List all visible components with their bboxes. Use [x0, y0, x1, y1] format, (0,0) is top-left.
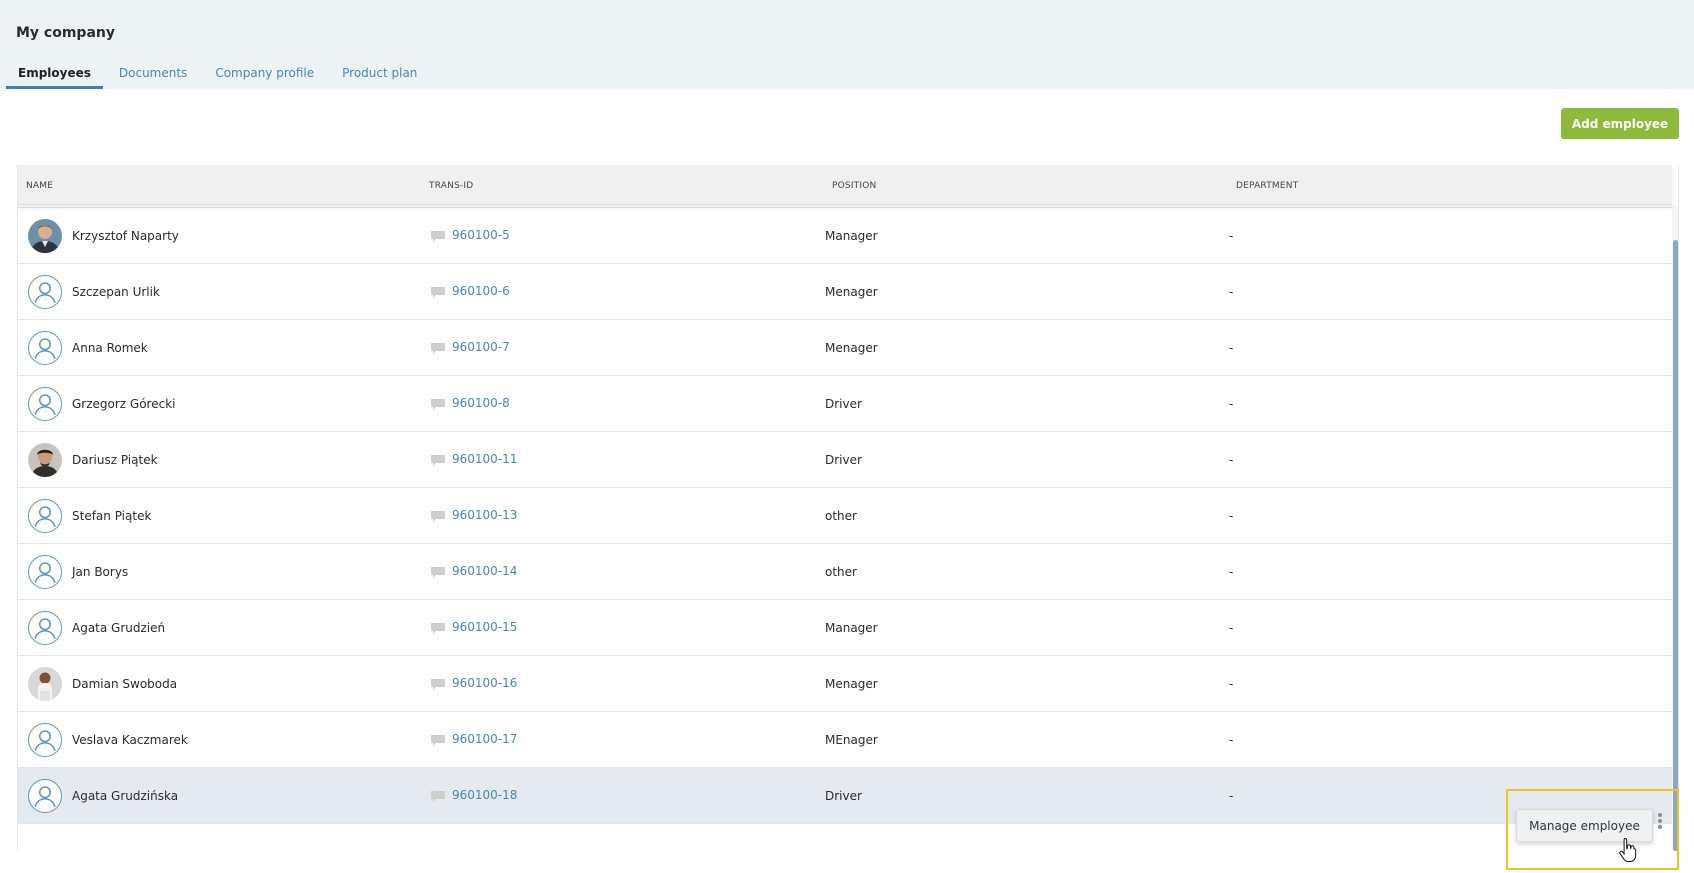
employee-position: Driver	[825, 453, 862, 467]
employee-department: -	[1229, 453, 1234, 467]
table-row[interactable]: Krzysztof Naparty 960100-5 Manager -	[18, 208, 1672, 264]
table-header: NAME TRANS-ID POSITION DEPARTMENT	[18, 165, 1672, 205]
employee-name: Dariusz Piątek	[72, 453, 158, 467]
trans-id-link[interactable]: 960100-8	[452, 396, 510, 410]
trans-id-link[interactable]: 960100-7	[452, 340, 510, 354]
employee-name: Jan Borys	[72, 565, 129, 579]
employee-department: -	[1229, 621, 1234, 635]
table-body: Adam Smith960100-3Driver-Krzysztof Napar…	[18, 165, 1672, 824]
chat-icon[interactable]	[430, 620, 446, 634]
employee-position: other	[825, 565, 857, 579]
employee-department: -	[1229, 789, 1234, 803]
add-employee-button[interactable]: Add employee	[1561, 108, 1679, 139]
page-header: My company Employees Documents Company p…	[0, 0, 1694, 89]
employee-department: -	[1229, 565, 1234, 579]
employee-name: Damian Swoboda	[72, 677, 178, 691]
trans-id-link[interactable]: 960100-14	[452, 564, 517, 578]
trans-id-link[interactable]: 960100-5	[452, 228, 510, 242]
tab-product-plan[interactable]: Product plan	[330, 58, 429, 89]
user-outline-icon	[28, 611, 62, 645]
table-row[interactable]: Agata Grudzień 960100-15 Manager -	[18, 600, 1672, 656]
chat-icon[interactable]	[430, 564, 446, 578]
employee-name: Veslava Kaczmarek	[72, 733, 188, 747]
user-outline-icon	[28, 331, 62, 365]
user-outline-icon	[28, 499, 62, 533]
employee-department: -	[1229, 285, 1234, 299]
tab-company-profile[interactable]: Company profile	[203, 58, 326, 89]
employee-name: Agata Grudzień	[72, 621, 166, 635]
employee-name: Szczepan Urlik	[72, 285, 160, 299]
chat-icon[interactable]	[430, 676, 446, 690]
employee-department: -	[1229, 397, 1234, 411]
chat-icon[interactable]	[430, 340, 446, 354]
employee-name: Krzysztof Naparty	[72, 229, 179, 243]
trans-id-link[interactable]: 960100-6	[452, 284, 510, 298]
chat-icon[interactable]	[430, 788, 446, 802]
chat-icon[interactable]	[430, 452, 446, 466]
table-row[interactable]: Damian Swoboda 960100-16 Menager -	[18, 656, 1672, 712]
employee-department: -	[1229, 341, 1234, 355]
chat-icon[interactable]	[430, 396, 446, 410]
table-row[interactable]: Agata Grudzińska 960100-18 Driver -	[18, 768, 1672, 824]
table-row[interactable]: Veslava Kaczmarek 960100-17 MEnager -	[18, 712, 1672, 768]
avatar	[28, 219, 62, 253]
trans-id-link[interactable]: 960100-15	[452, 620, 517, 634]
user-outline-icon	[28, 555, 62, 589]
table-row[interactable]: Grzegorz Górecki 960100-8 Driver -	[18, 376, 1672, 432]
employee-position: Driver	[825, 789, 862, 803]
table-row[interactable]: Dariusz Piątek 960100-11 Driver -	[18, 432, 1672, 488]
employee-position: Menager	[825, 285, 878, 299]
avatar	[28, 443, 62, 477]
avatar	[28, 667, 62, 701]
tab-bar: Employees Documents Company profile Prod…	[6, 58, 429, 89]
chat-icon[interactable]	[430, 508, 446, 522]
employee-name: Stefan Piątek	[72, 509, 152, 523]
tab-employees[interactable]: Employees	[6, 58, 103, 89]
employee-name: Agata Grudzińska	[72, 789, 179, 803]
user-outline-icon	[28, 387, 62, 421]
column-header-position[interactable]: POSITION	[832, 181, 876, 191]
employee-department: -	[1229, 677, 1234, 691]
page-title: My company	[16, 25, 115, 41]
table-row[interactable]: Szczepan Urlik 960100-6 Menager -	[18, 264, 1672, 320]
chat-icon[interactable]	[430, 284, 446, 298]
employee-name: Anna Romek	[72, 341, 148, 355]
user-outline-icon	[28, 779, 62, 813]
column-header-trans-id[interactable]: TRANS-ID	[429, 181, 473, 191]
user-outline-icon	[28, 723, 62, 757]
trans-id-link[interactable]: 960100-18	[452, 788, 517, 802]
employee-position: Manager	[825, 229, 878, 243]
chat-icon[interactable]	[430, 732, 446, 746]
chat-icon[interactable]	[430, 228, 446, 242]
table-row[interactable]: Jan Borys 960100-14 other -	[18, 544, 1672, 600]
hand-cursor-icon	[1619, 837, 1637, 862]
employee-department: -	[1229, 229, 1234, 243]
user-outline-icon	[28, 275, 62, 309]
tab-documents[interactable]: Documents	[107, 58, 199, 89]
column-header-department[interactable]: DEPARTMENT	[1236, 181, 1298, 191]
trans-id-link[interactable]: 960100-13	[452, 508, 517, 522]
employee-position: other	[825, 509, 857, 523]
employee-position: MEnager	[825, 733, 878, 747]
trans-id-link[interactable]: 960100-11	[452, 452, 517, 466]
trans-id-link[interactable]: 960100-17	[452, 732, 517, 746]
table-row[interactable]: Anna Romek 960100-7 Menager -	[18, 320, 1672, 376]
employee-department: -	[1229, 509, 1234, 523]
employee-position: Manager	[825, 621, 878, 635]
employee-position: Menager	[825, 341, 878, 355]
more-options-icon[interactable]	[1657, 812, 1663, 832]
column-header-name[interactable]: NAME	[26, 181, 53, 191]
table-row[interactable]: Stefan Piątek 960100-13 other -	[18, 488, 1672, 544]
employee-name: Grzegorz Górecki	[72, 397, 176, 411]
employee-position: Driver	[825, 397, 862, 411]
employee-position: Menager	[825, 677, 878, 691]
scrollbar-thumb[interactable]	[1673, 240, 1678, 851]
employee-department: -	[1229, 733, 1234, 747]
trans-id-link[interactable]: 960100-16	[452, 676, 517, 690]
employees-table: NAME TRANS-ID POSITION DEPARTMENT Adam S…	[17, 165, 1679, 851]
